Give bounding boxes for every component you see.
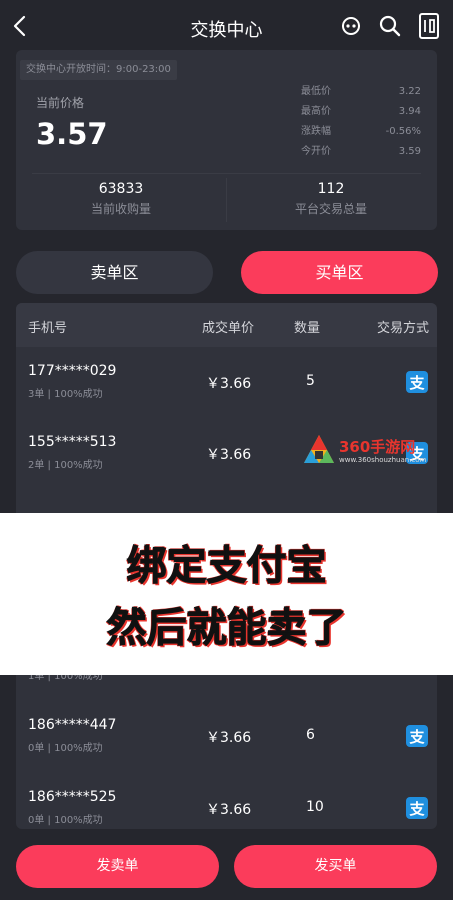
row-qty: 6: [306, 727, 315, 743]
caption-line-2: 然后就能卖了: [106, 605, 347, 652]
customer-service-icon[interactable]: [339, 14, 363, 38]
stat-row-open: 今开价 3.59: [301, 142, 421, 162]
stat-value: 3.94: [398, 106, 421, 117]
stat-label: 今开价: [301, 146, 331, 157]
metric-purchase-volume: 63833 当前收购量: [26, 181, 216, 217]
stat-label: 最高价: [301, 106, 331, 117]
row-price: ￥3.66: [206, 730, 252, 746]
stat-row-change: 涨跌幅 -0.56%: [301, 122, 421, 142]
price-stats: 最低价 3.22 最高价 3.94 涨跌幅 -0.56% 今开价 3.59: [301, 82, 421, 162]
record-icon[interactable]: [417, 12, 441, 39]
metric-total-volume: 112 平台交易总量: [236, 181, 426, 217]
divider: [32, 173, 421, 174]
row-price: ￥3.66: [206, 376, 252, 392]
stat-value: 3.22: [398, 86, 421, 97]
col-price: 成交单价: [202, 321, 255, 336]
opening-hours: 交换中心开放时间：9:00-23:00: [20, 60, 177, 80]
search-icon[interactable]: [378, 14, 402, 38]
table-row[interactable]: 177*****029 3单 | 100%成功 ￥3.66 5 支: [16, 347, 437, 417]
stat-label: 最低价: [301, 86, 331, 97]
stat-value: 3.59: [398, 146, 421, 157]
row-phone: 177*****029: [28, 363, 117, 379]
row-phone: 186*****447: [28, 717, 117, 733]
post-buy-order-button[interactable]: 发买单: [234, 845, 437, 888]
stat-row-low: 最低价 3.22: [301, 82, 421, 102]
metric-value: 112: [317, 181, 345, 197]
row-meta: 0单 | 100%成功: [28, 815, 103, 826]
table-header: 手机号 成交单价 数量 交易方式: [16, 303, 437, 347]
table-row[interactable]: 186*****447 0单 | 100%成功 ￥3.66 6 支: [16, 701, 437, 771]
stat-row-high: 最高价 3.94: [301, 102, 421, 122]
row-meta: 0单 | 100%成功: [28, 743, 103, 754]
svg-text:支: 支: [408, 728, 425, 746]
stat-value: -0.56%: [385, 126, 421, 137]
row-qty: 10: [306, 799, 324, 815]
tab-sell-orders[interactable]: 卖单区: [16, 251, 213, 294]
row-phone: 155*****513: [28, 434, 117, 450]
watermark-url: www.360shouzhuan.com: [339, 456, 427, 464]
row-phone: 186*****525: [28, 789, 117, 805]
caption-overlay: 绑定支付宝 然后就能卖了: [0, 513, 453, 675]
row-qty: 5: [306, 373, 315, 389]
row-price: ￥3.66: [206, 447, 252, 463]
post-sell-order-button[interactable]: 发卖单: [16, 845, 219, 888]
price-info-card: 交换中心开放时间：9:00-23:00 当前价格 3.57 最低价 3.22 最高…: [16, 50, 437, 230]
svg-text:支: 支: [408, 800, 425, 818]
metric-label: 平台交易总量: [294, 202, 367, 216]
metric-label: 当前收购量: [90, 202, 151, 216]
top-bar: 交换中心: [0, 0, 453, 52]
col-phone: 手机号: [28, 321, 68, 336]
alipay-icon: 支: [406, 725, 428, 747]
current-price-value: 3.57: [36, 117, 108, 151]
stat-label: 涨跌幅: [301, 126, 331, 137]
alipay-icon: 支: [406, 371, 428, 393]
metric-value: 63833: [98, 181, 144, 197]
row-meta: 3单 | 100%成功: [28, 389, 103, 400]
watermark-text: 360手游网: [339, 438, 416, 456]
col-method: 交易方式: [377, 321, 430, 336]
watermark: 360手游网 www.360shouzhuan.com: [303, 432, 453, 468]
caption-line-1: 绑定支付宝: [126, 543, 327, 590]
row-meta: 2单 | 100%成功: [28, 460, 103, 471]
table-row[interactable]: 186*****525 0单 | 100%成功 ￥3.66 10 支: [16, 773, 437, 829]
divider: [226, 178, 227, 222]
svg-text:支: 支: [408, 374, 425, 392]
watermark-logo-icon: [303, 434, 335, 464]
col-qty: 数量: [294, 321, 321, 336]
alipay-icon: 支: [406, 797, 428, 819]
tab-buy-orders[interactable]: 买单区: [241, 251, 438, 294]
row-price: ￥3.66: [206, 802, 252, 818]
current-price-label: 当前价格: [36, 96, 85, 110]
